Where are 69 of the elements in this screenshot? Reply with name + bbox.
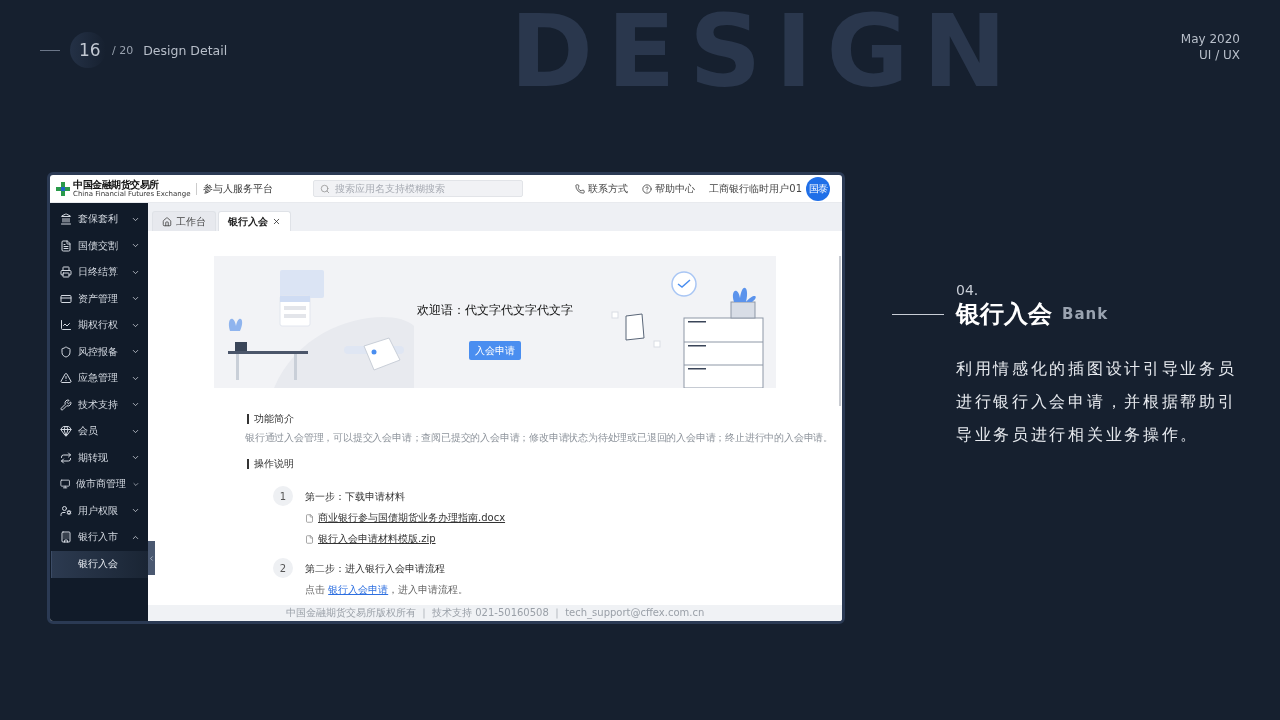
scrollbar-thumb[interactable] [839, 256, 841, 406]
card-icon [60, 292, 72, 305]
gem-icon [60, 425, 72, 438]
feature-number: 04. [956, 282, 980, 298]
sidebar-item[interactable]: 技术支持 [50, 391, 148, 418]
banner-title: 欢迎语：代文字代文字代文字 [417, 302, 573, 319]
header-link[interactable]: 联系方式 [575, 181, 629, 196]
tab[interactable]: 工作台 [152, 211, 216, 231]
footer-text: 中国金融期货交易所版权所有 ｜ 技术支持 021-50160508 ｜ tech_support@cffex.com.cn [285, 606, 705, 620]
file-link[interactable]: 银行入会申请材料模版.zip [305, 532, 506, 546]
sidebar-item[interactable]: 用户权限 [50, 497, 148, 524]
sidebar-item[interactable]: 风控报备 [50, 338, 148, 365]
sidebar-item[interactable]: 银行入市 [50, 524, 148, 551]
section-title: Design Detail [143, 42, 228, 58]
tab[interactable]: 银行入会 [218, 211, 291, 231]
platform-title: 参与人服务平台 [203, 181, 274, 196]
file-icon [305, 534, 314, 544]
feature-description: 利用情感化的插图设计引导业务员进行银行入会申请，并根据帮助引导业务员进行相关业务操作。 [956, 358, 1238, 446]
bank-icon [60, 213, 72, 226]
feature-title: 银行入会 [956, 299, 1052, 330]
home-icon [162, 216, 172, 227]
step-title: 第二步：进入银行入会申请流程 [305, 562, 446, 576]
printer-icon [60, 266, 72, 279]
user-name: 工商银行临时用户01 [709, 181, 802, 196]
logo-name: 中国金融期货交易所 [73, 179, 159, 190]
search-icon [320, 183, 331, 194]
user-settings-icon [60, 504, 72, 517]
exchange-icon [60, 451, 72, 464]
shield-icon [60, 345, 72, 358]
sidebar-item[interactable]: 日终结算 [50, 259, 148, 286]
sidebar-item[interactable]: 期转现 [50, 444, 148, 471]
building-icon [60, 531, 72, 544]
apply-link[interactable]: 银行入会申请 [328, 584, 389, 595]
step-number: 1 [273, 486, 293, 506]
chart-icon [60, 319, 72, 332]
file-icon [305, 513, 314, 523]
intro-text: 银行通过入会管理，可以提交入会申请；查阅已提交的入会申请；修改申请状态为待处理或已退回的入会申请；终止进行中的入会申请。 [245, 431, 833, 445]
collapse-handle[interactable] [148, 541, 155, 575]
file-link[interactable]: 商业银行参与国债期货业务办理指南.docx [305, 511, 506, 525]
search-box[interactable]: 搜索应用名支持模糊搜索 [313, 180, 524, 197]
step-title: 第一步：下载申请材料 [305, 490, 406, 504]
sidebar-item[interactable]: 资产管理 [50, 285, 148, 312]
phone-icon [575, 183, 586, 194]
feature-subtitle: Bank [1062, 305, 1109, 323]
wrench-icon [60, 398, 72, 411]
category-label: UI / UX [1199, 48, 1240, 62]
sidebar-subitem[interactable]: 银行入会 [51, 550, 148, 578]
section-heading: 功能简介 [247, 414, 776, 424]
page-total: / 20 [112, 43, 134, 57]
date-label: May 2020 [1180, 32, 1240, 46]
sidebar-item[interactable]: 应急管理 [50, 365, 148, 392]
sidebar-item[interactable]: 会员 [50, 418, 148, 445]
avatar[interactable]: 国泰 [806, 176, 830, 201]
step-note: 点击 银行入会申请，进入申请流程。 [305, 583, 469, 597]
search-field[interactable]: 搜索应用名支持模糊搜索 [335, 183, 517, 194]
sidebar-item[interactable]: 套保套利 [50, 206, 148, 233]
logo-icon [56, 181, 70, 196]
warning-icon [60, 372, 72, 385]
sidebar-item[interactable]: 国债交割 [50, 232, 148, 259]
close-icon[interactable] [272, 217, 281, 226]
help-icon [642, 183, 653, 194]
page-number: 16 [79, 40, 101, 60]
step-number: 2 [273, 558, 293, 578]
section-heading: 操作说明 [247, 459, 776, 469]
header-link[interactable]: 帮助中心 [642, 181, 696, 196]
sidebar-item[interactable]: 期权行权 [50, 312, 148, 339]
document-icon [60, 239, 72, 252]
sidebar-item[interactable]: 做市商管理 [50, 471, 148, 498]
monitor-icon [60, 478, 71, 491]
